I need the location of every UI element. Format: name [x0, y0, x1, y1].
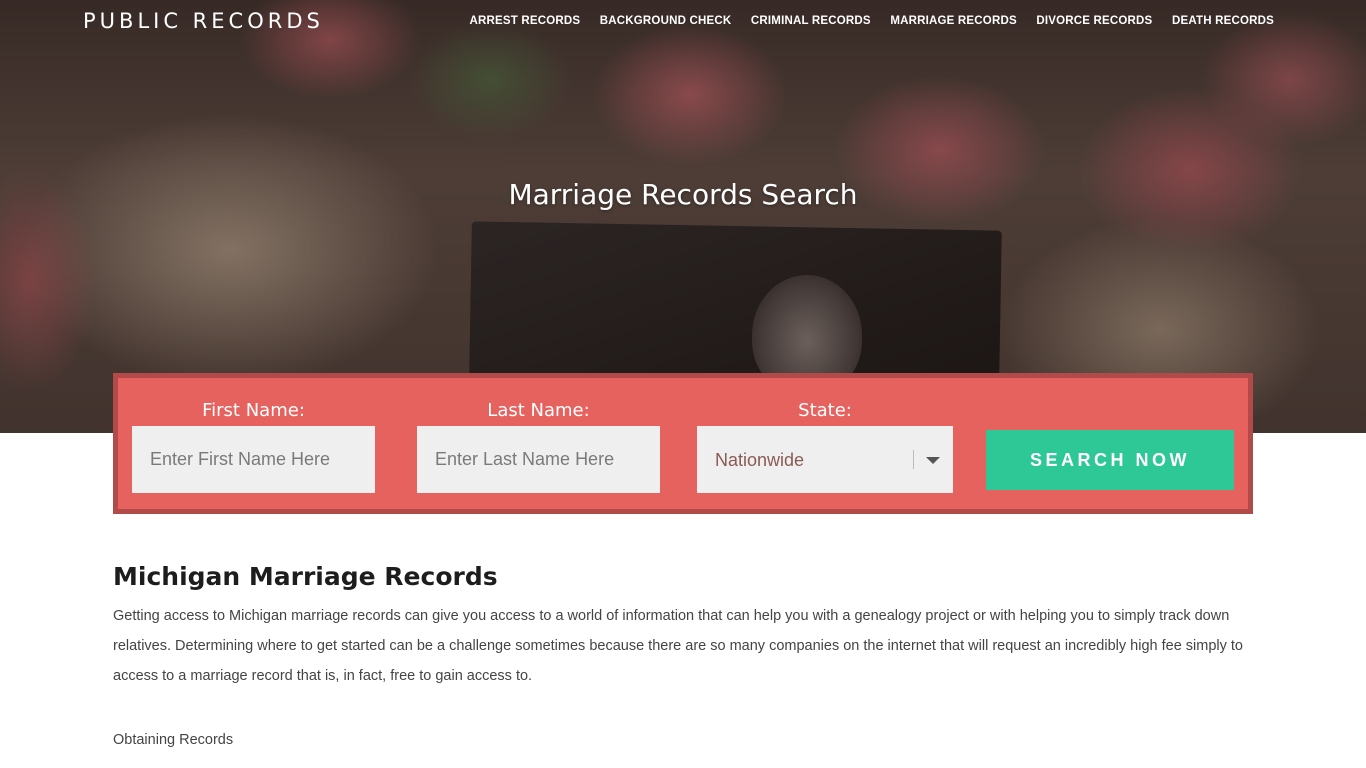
chevron-down-icon[interactable] [926, 457, 940, 464]
article: Michigan Marriage Records Getting access… [113, 562, 1253, 748]
nav-death-records[interactable]: DEATH RECORDS [1172, 15, 1274, 27]
search-now-button[interactable]: SEARCH NOW [986, 430, 1234, 490]
hero-overlay [0, 0, 1366, 433]
site-logo[interactable]: PUBLIC RECORDS [83, 9, 324, 33]
main-nav: ARREST RECORDS BACKGROUND CHECK CRIMINAL… [450, 15, 1274, 27]
hero-title: Marriage Records Search [508, 178, 858, 211]
state-label: State: [798, 400, 852, 421]
state-select-value: Nationwide [715, 450, 805, 470]
hero-banner: PUBLIC RECORDS ARREST RECORDS BACKGROUND… [0, 0, 1366, 433]
first-name-input[interactable] [132, 426, 375, 493]
article-paragraph: Getting access to Michigan marriage reco… [113, 608, 1243, 684]
last-name-input[interactable] [417, 426, 660, 493]
nav-background-check[interactable]: BACKGROUND CHECK [600, 15, 732, 27]
last-name-label: Last Name: [487, 400, 590, 421]
search-panel: First Name: Last Name: State: Nationwide… [113, 373, 1253, 514]
article-heading: Michigan Marriage Records [113, 562, 498, 591]
select-divider [913, 450, 914, 469]
state-select[interactable]: Nationwide [697, 426, 953, 493]
article-subheading: Obtaining Records [113, 732, 234, 748]
first-name-label: First Name: [202, 400, 305, 421]
nav-divorce-records[interactable]: DIVORCE RECORDS [1036, 15, 1152, 27]
nav-marriage-records[interactable]: MARRIAGE RECORDS [890, 15, 1017, 27]
nav-criminal-records[interactable]: CRIMINAL RECORDS [751, 15, 871, 27]
nav-arrest-records[interactable]: ARREST RECORDS [469, 15, 580, 27]
